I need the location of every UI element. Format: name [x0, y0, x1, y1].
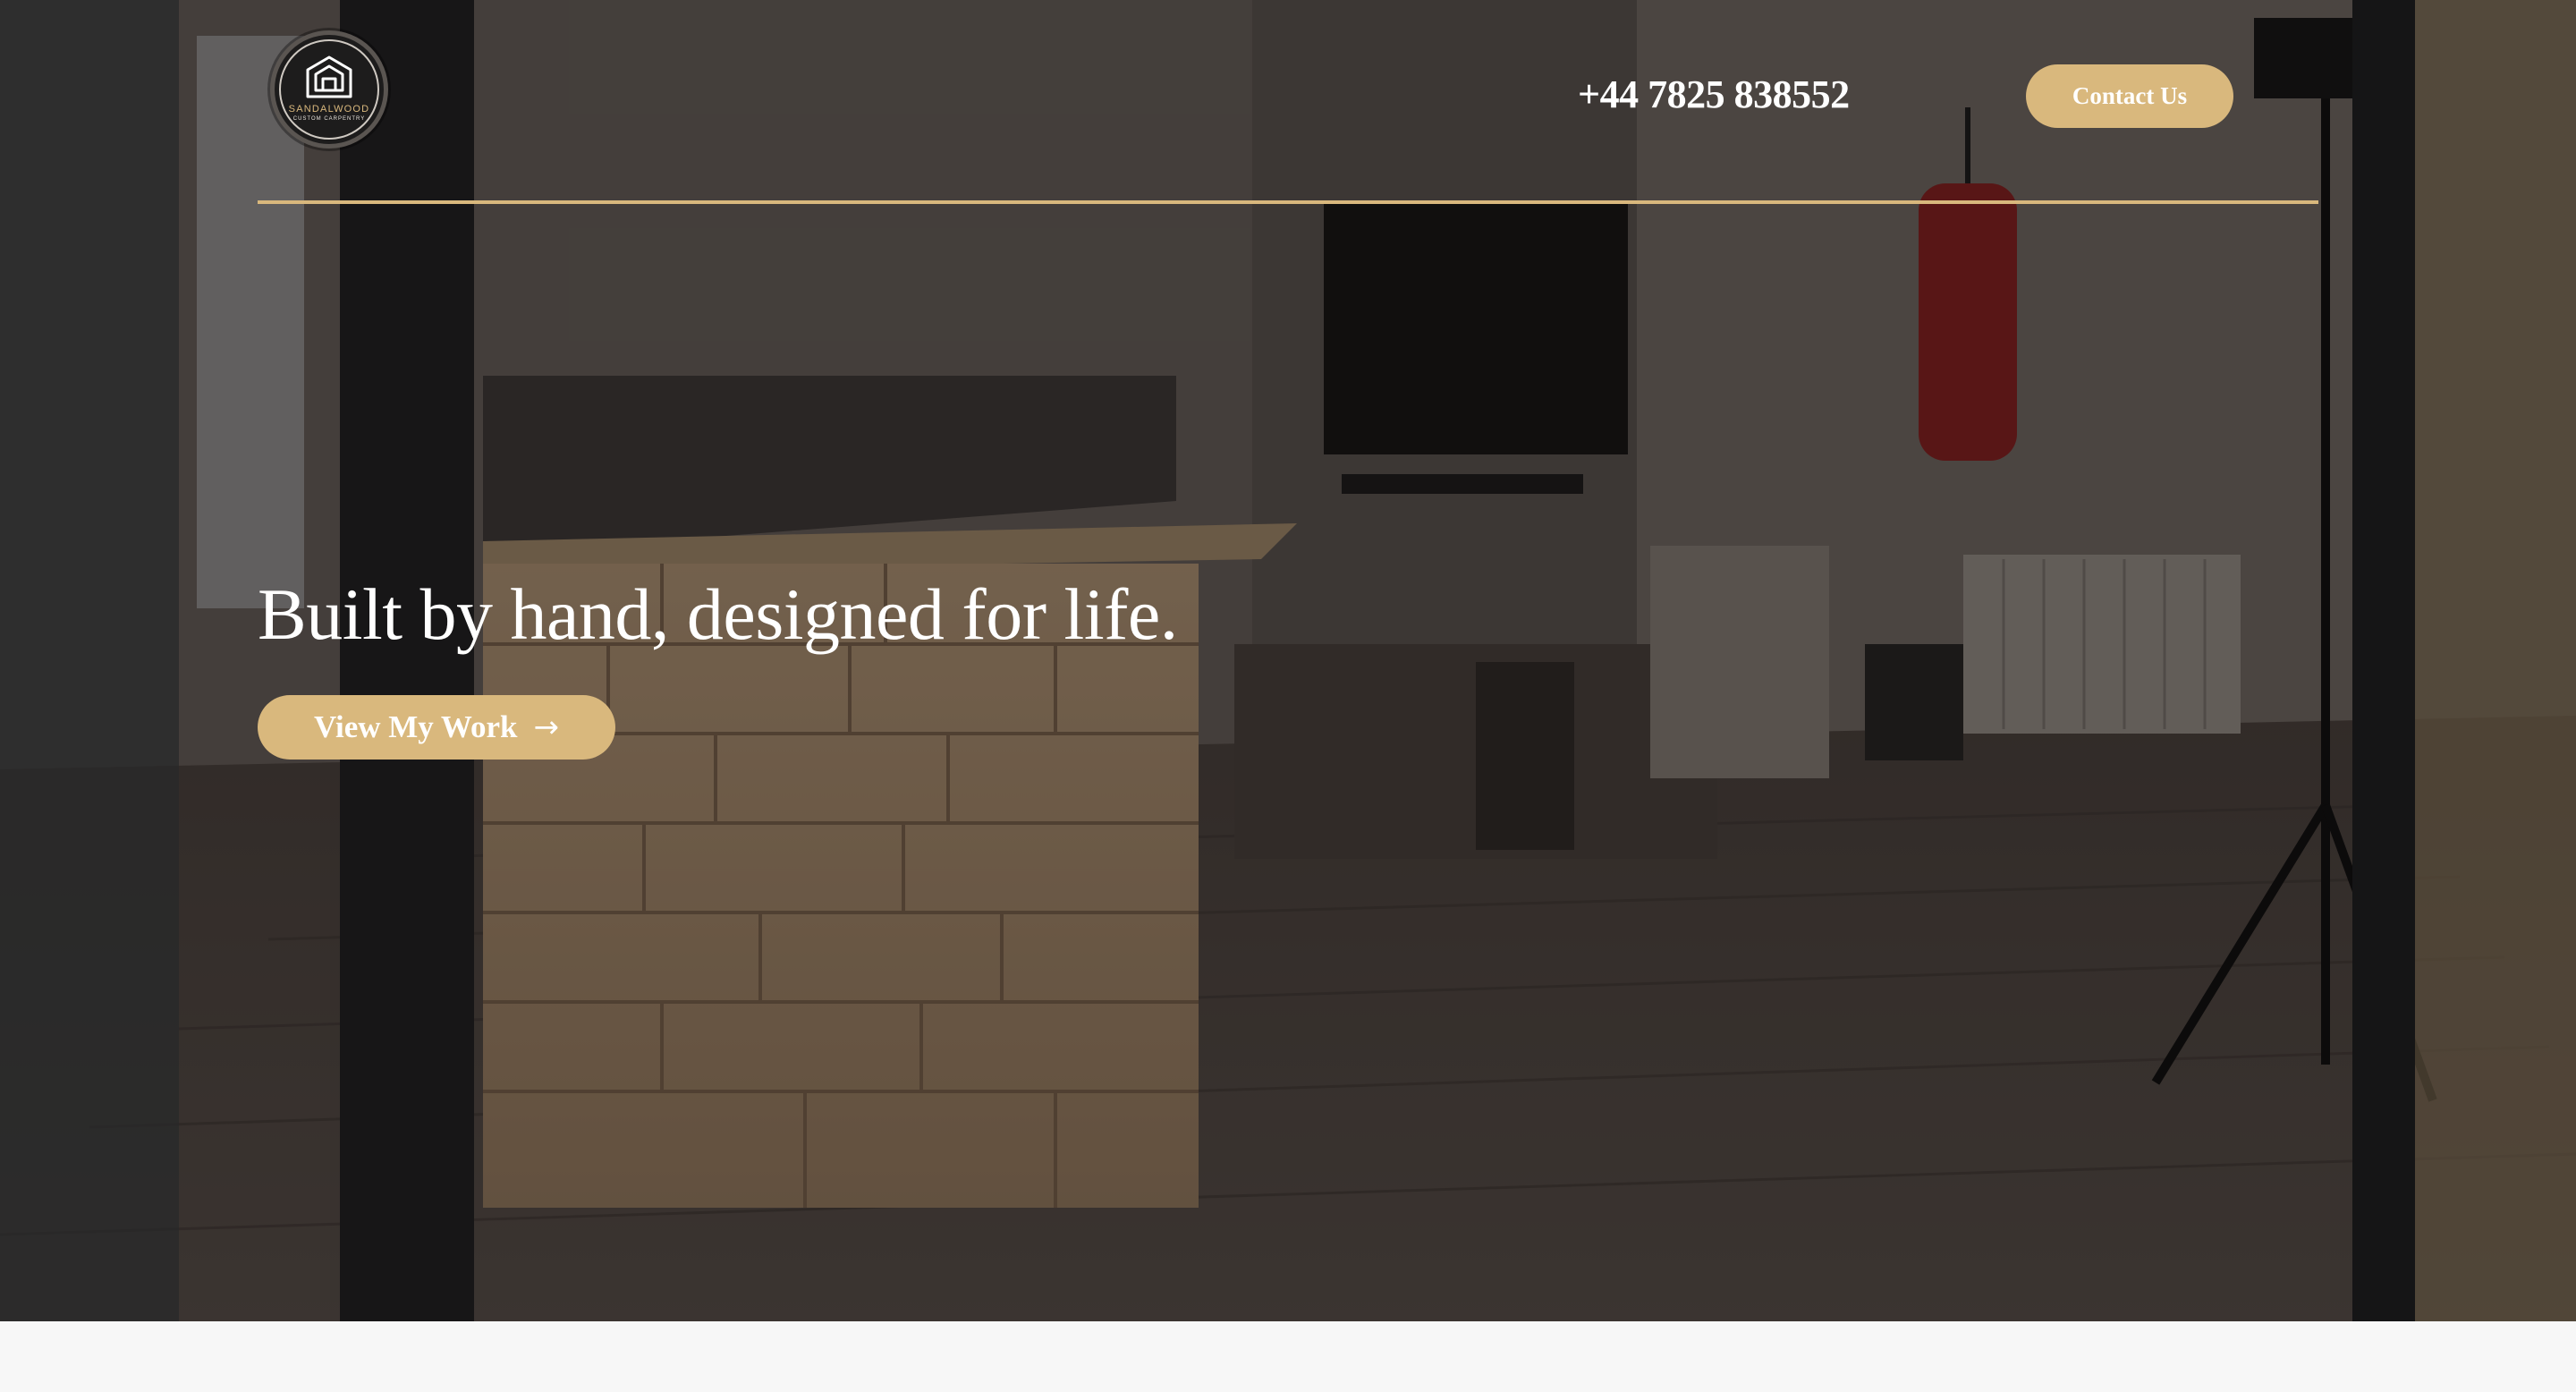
- arrow-right-icon: →: [533, 709, 559, 745]
- brand-logo[interactable]: SANDALWOOD CUSTOM CARPENTRY: [270, 30, 388, 149]
- brand-tagline: CUSTOM CARPENTRY: [292, 115, 366, 122]
- header-divider: [258, 200, 2318, 204]
- hero-headline: Built by hand, designed for life.: [258, 573, 1178, 655]
- brand-logo-badge: SANDALWOOD CUSTOM CARPENTRY: [279, 39, 379, 140]
- view-my-work-label: View My Work: [314, 709, 518, 744]
- house-cube-icon: [306, 55, 352, 98]
- contact-us-button[interactable]: Contact Us: [2026, 64, 2233, 128]
- brand-name: SANDALWOOD: [288, 103, 370, 115]
- site-header: SANDALWOOD CUSTOM CARPENTRY +44 7825 838…: [258, 0, 2318, 204]
- hero-section: SANDALWOOD CUSTOM CARPENTRY +44 7825 838…: [0, 0, 2576, 1321]
- page: SANDALWOOD CUSTOM CARPENTRY +44 7825 838…: [0, 0, 2576, 1392]
- next-section: [0, 1321, 2576, 1392]
- view-my-work-button[interactable]: View My Work →: [258, 695, 615, 760]
- phone-number-link[interactable]: +44 7825 838552: [1578, 72, 1850, 117]
